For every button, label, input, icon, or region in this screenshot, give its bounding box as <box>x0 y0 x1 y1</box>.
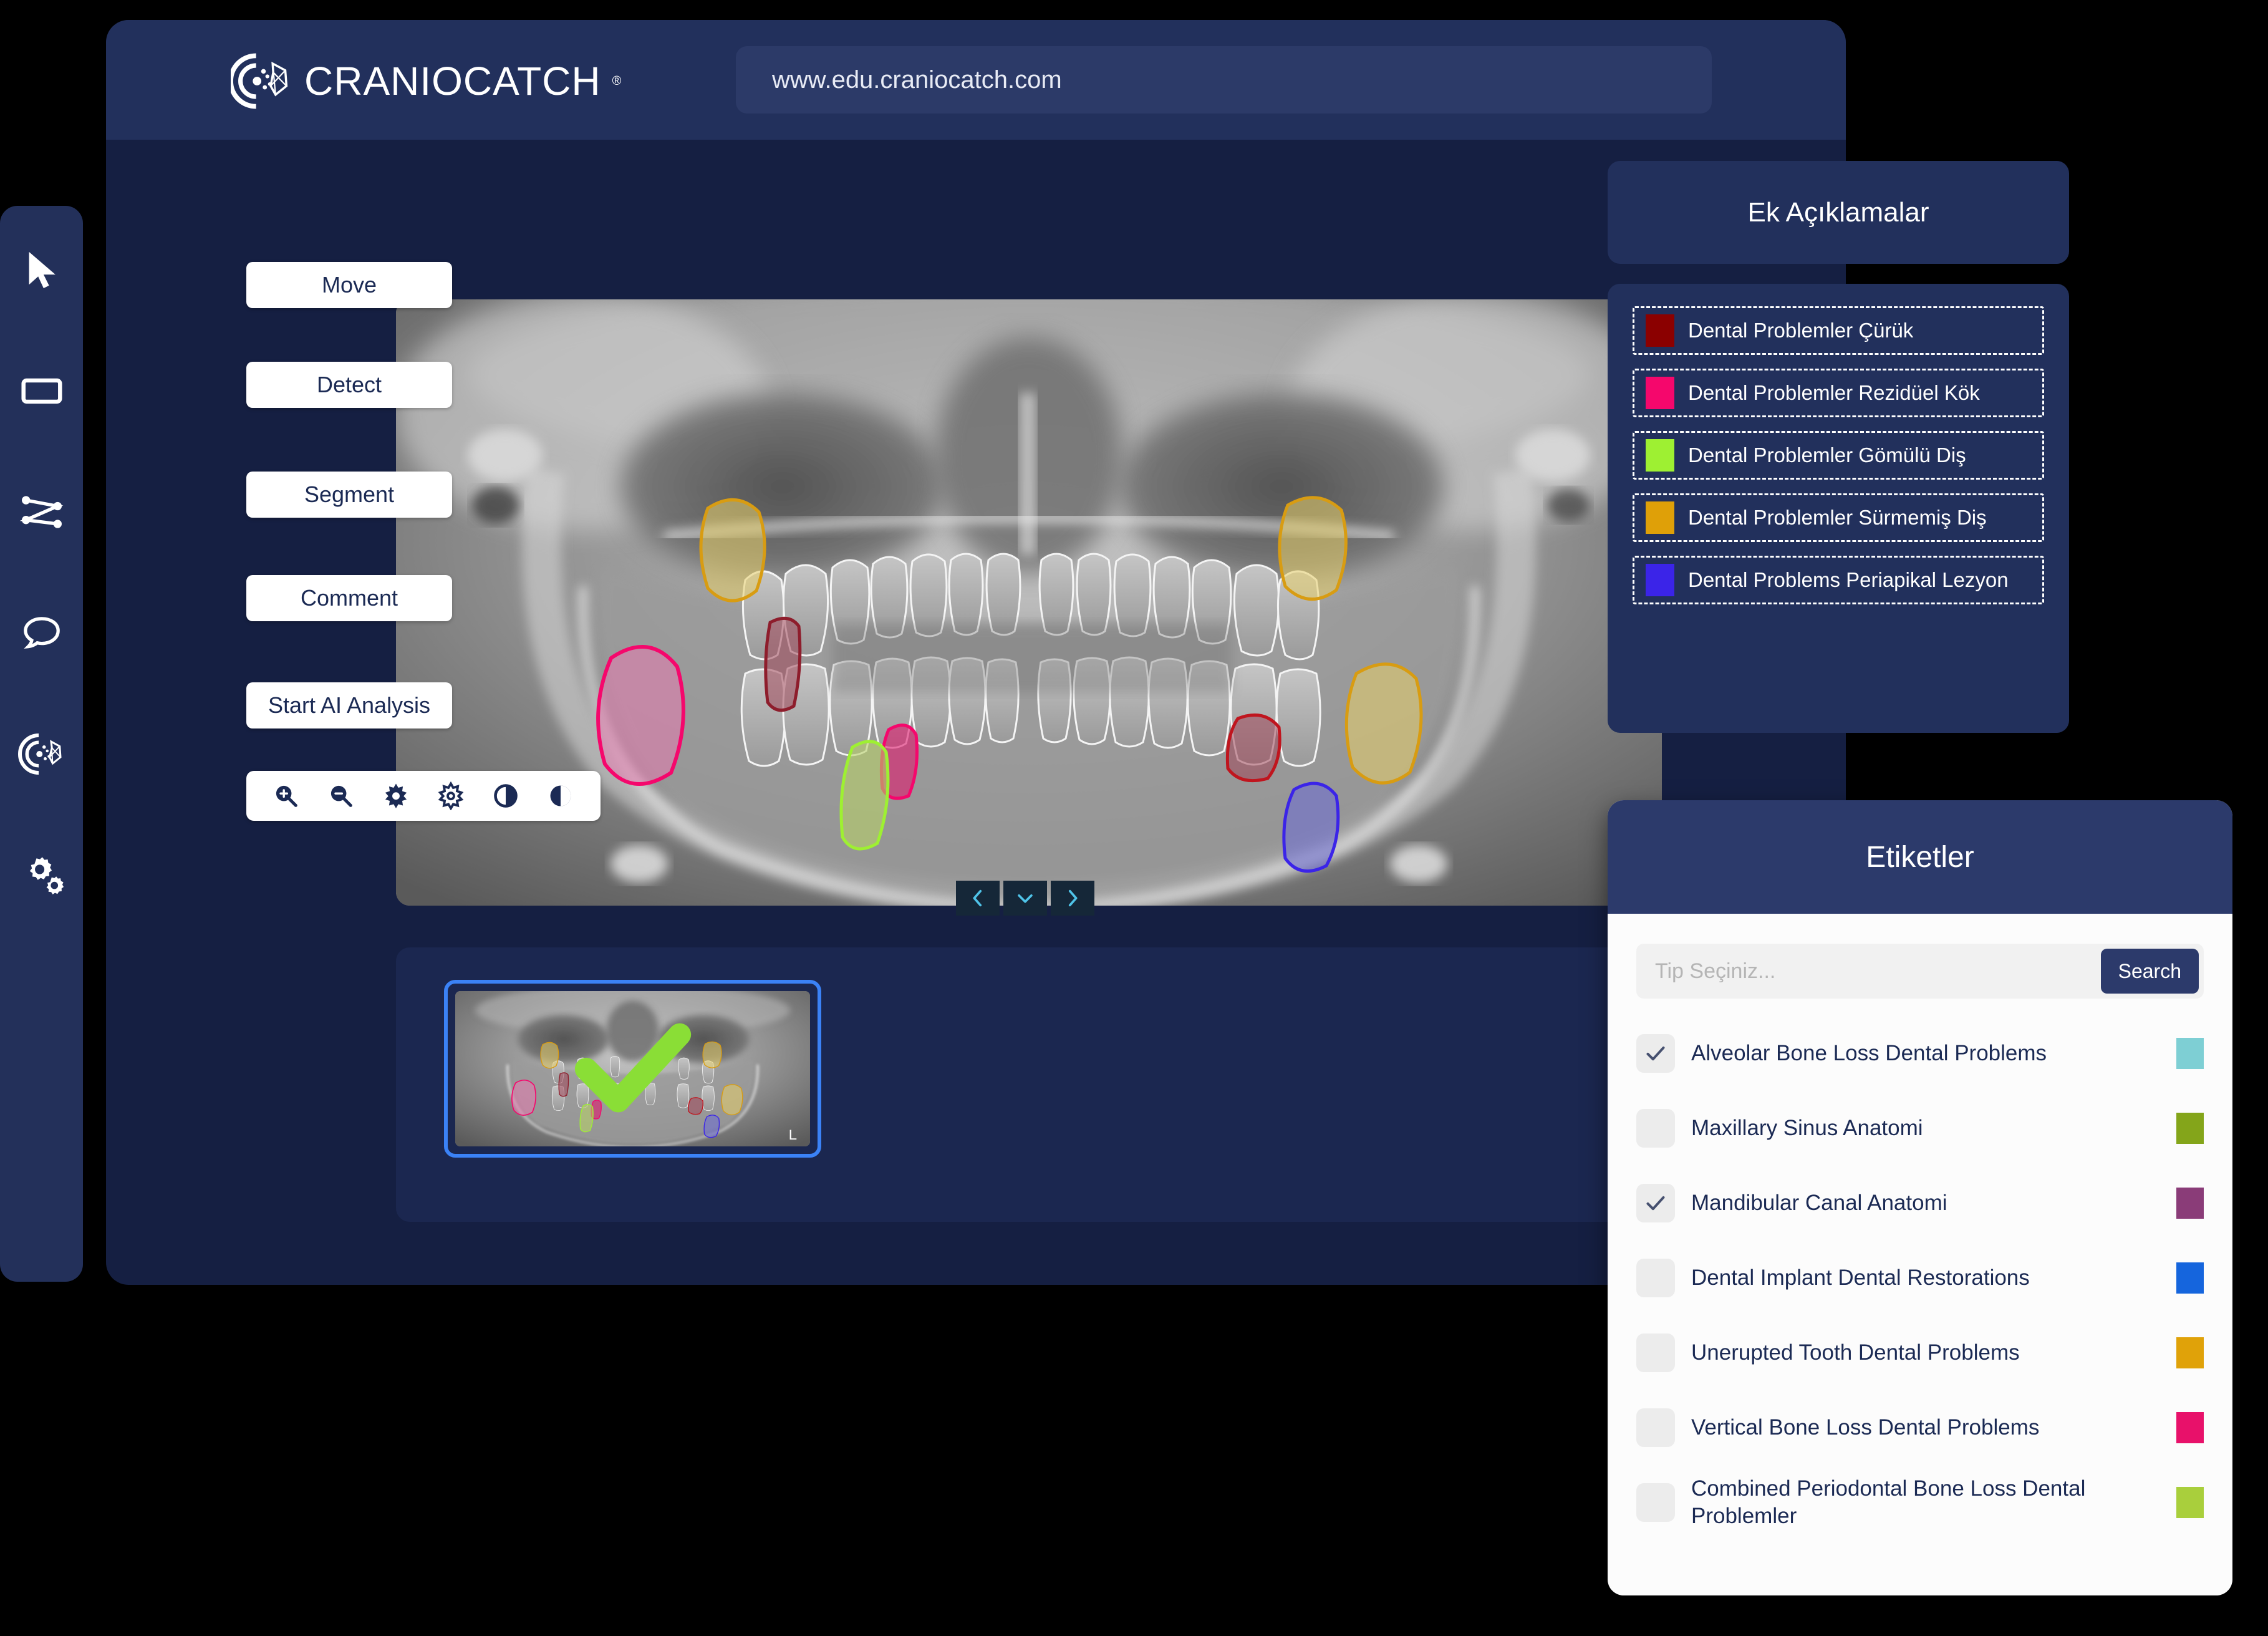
craniocatch-ai-icon[interactable] <box>15 727 69 781</box>
left-icon-rail <box>0 206 83 1282</box>
label-search-input[interactable] <box>1655 959 2101 984</box>
legend-label: Dental Problemler Çürük <box>1688 319 1914 342</box>
brand-logo: CRANIOCATCH ® <box>231 50 621 112</box>
cursor-icon[interactable] <box>15 243 69 297</box>
label-list: Alveolar Bone Loss Dental Problems Maxill… <box>1636 1025 2204 1531</box>
invert-icon[interactable] <box>544 780 577 812</box>
label-list-item-text: Combined Periodontal Bone Loss Dental Pr… <box>1691 1476 2086 1528</box>
label-list-item[interactable]: Mandibular Canal Anatomi <box>1636 1174 2204 1232</box>
contrast-gear-icon[interactable] <box>435 780 467 812</box>
label-list-item-text: Unerupted Tooth Dental Problems <box>1691 1340 2020 1365</box>
labels-panel-title: Etiketler <box>1866 840 1974 874</box>
legend-color-swatch <box>1646 501 1674 534</box>
legend-row[interactable]: Dental Problemler Çürük <box>1633 306 2044 355</box>
label-color-swatch <box>2176 1188 2204 1219</box>
segment-button[interactable]: Segment <box>246 472 452 518</box>
brightness-icon[interactable] <box>380 780 412 812</box>
legend-label: Dental Problemler Rezidüel Kök <box>1688 381 1980 404</box>
image-toolbar <box>246 771 601 821</box>
label-list-item[interactable]: Vertical Bone Loss Dental Problems <box>1636 1399 2204 1456</box>
legend-label: Dental Problemler Gömülü Diş <box>1688 443 1966 467</box>
move-button[interactable]: Move <box>246 262 452 308</box>
segment-button-label: Segment <box>304 482 395 507</box>
labels-panel: Etiketler Search Alveolar Bone Loss Dent… <box>1608 800 2232 1595</box>
thumbnail-checkmark-icon <box>574 1023 691 1112</box>
svg-text:L: L <box>789 1127 798 1143</box>
pager-dropdown-button[interactable] <box>1003 881 1047 916</box>
annotation-legend-card: Dental Problemler Çürük Dental Problemler… <box>1608 284 2069 733</box>
legend-row[interactable]: Dental Problems Periapikal Lezyon <box>1633 556 2044 604</box>
label-list-item-text: Alveolar Bone Loss Dental Problems <box>1691 1041 2047 1066</box>
legend-label: Dental Problems Periapikal Lezyon <box>1688 568 2009 591</box>
label-list-item[interactable]: Alveolar Bone Loss Dental Problems <box>1636 1025 2204 1082</box>
checkbox-unchecked-icon[interactable] <box>1636 1408 1675 1447</box>
url-text: www.edu.craniocatch.com <box>772 65 1062 94</box>
comment-button-label: Comment <box>300 585 398 611</box>
checkbox-unchecked-icon[interactable] <box>1636 1333 1675 1372</box>
checkbox-checked-icon[interactable] <box>1636 1034 1675 1073</box>
image-pager <box>956 881 1094 916</box>
rectangle-icon[interactable] <box>15 364 69 418</box>
brand-name: CRANIOCATCH <box>304 59 601 104</box>
label-search-button[interactable]: Search <box>2100 949 2199 994</box>
legend-color-swatch <box>1646 564 1674 596</box>
thumbnail-strip: L <box>396 947 1662 1222</box>
start-ai-analysis-label: Start AI Analysis <box>268 692 431 718</box>
labels-panel-header: Etiketler <box>1608 800 2232 914</box>
label-list-item[interactable]: Combined Periodontal Bone Loss Dental Pr… <box>1636 1474 2204 1531</box>
checkbox-unchecked-icon[interactable] <box>1636 1483 1675 1522</box>
pager-next-button[interactable] <box>1051 881 1094 916</box>
app-window: CRANIOCATCH ® www.edu.craniocatch.com Mo… <box>106 20 1846 1285</box>
label-list-item-text: Dental Implant Dental Restorations <box>1691 1266 2030 1290</box>
comment-button[interactable]: Comment <box>246 575 452 621</box>
move-button-label: Move <box>321 272 377 298</box>
gears-icon[interactable] <box>15 848 69 902</box>
craniocatch-logo-icon <box>231 53 288 109</box>
legend-row[interactable]: Dental Problemler Sürmemiş Diş <box>1633 493 2044 542</box>
checkbox-checked-icon[interactable] <box>1636 1184 1675 1222</box>
label-color-swatch <box>2176 1337 2204 1368</box>
label-color-swatch <box>2176 1487 2204 1518</box>
label-color-swatch <box>2176 1113 2204 1144</box>
thumbnail-preview: L <box>455 991 810 1146</box>
label-color-swatch <box>2176 1262 2204 1294</box>
checkbox-unchecked-icon[interactable] <box>1636 1259 1675 1297</box>
contrast-half-icon[interactable] <box>490 780 522 812</box>
detect-button[interactable]: Detect <box>246 362 452 408</box>
label-list-item-text: Maxillary Sinus Anatomi <box>1691 1116 1923 1141</box>
annotations-panel-header: Ek Açıklamalar <box>1608 161 2069 264</box>
brand-registered: ® <box>612 74 622 88</box>
label-list-item-text: Vertical Bone Loss Dental Problems <box>1691 1415 2040 1440</box>
legend-color-swatch <box>1646 439 1674 472</box>
url-bar[interactable]: www.edu.craniocatch.com <box>736 46 1712 114</box>
comment-bubble-icon[interactable] <box>15 606 69 660</box>
zoom-out-icon[interactable] <box>325 780 357 812</box>
legend-color-swatch <box>1646 314 1674 347</box>
start-ai-analysis-button[interactable]: Start AI Analysis <box>246 682 452 728</box>
legend-label: Dental Problemler Sürmemiş Diş <box>1688 506 1987 529</box>
legend-color-swatch <box>1646 377 1674 409</box>
thumbnail-item[interactable]: L <box>444 980 821 1158</box>
polyline-icon[interactable] <box>15 485 69 539</box>
zoom-in-icon[interactable] <box>270 780 302 812</box>
labels-panel-body: Search Alveolar Bone Loss Dental Problem… <box>1608 914 2232 1595</box>
checkbox-unchecked-icon[interactable] <box>1636 1109 1675 1148</box>
label-list-item[interactable]: Maxillary Sinus Anatomi <box>1636 1100 2204 1157</box>
label-list-item[interactable]: Unerupted Tooth Dental Problems <box>1636 1324 2204 1382</box>
annotations-panel-title: Ek Açıklamalar <box>1747 196 1929 228</box>
detect-button-label: Detect <box>316 372 382 397</box>
label-search-row: Search <box>1636 944 2204 999</box>
legend-row[interactable]: Dental Problemler Rezidüel Kök <box>1633 369 2044 417</box>
label-color-swatch <box>2176 1412 2204 1443</box>
label-color-swatch <box>2176 1038 2204 1069</box>
legend-row[interactable]: Dental Problemler Gömülü Diş <box>1633 431 2044 480</box>
pager-prev-button[interactable] <box>956 881 1000 916</box>
label-list-item-text: Mandibular Canal Anatomi <box>1691 1191 1947 1216</box>
label-list-item[interactable]: Dental Implant Dental Restorations <box>1636 1249 2204 1307</box>
